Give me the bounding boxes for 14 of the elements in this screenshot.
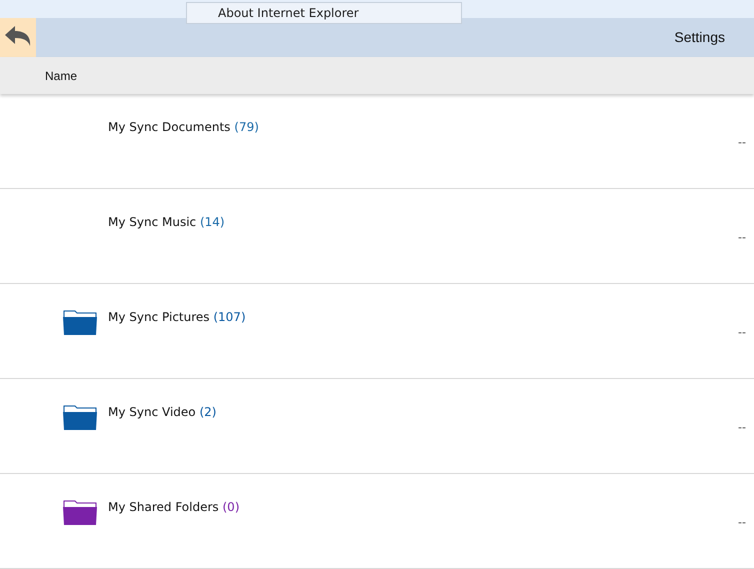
menu-item[interactable]: About Internet Explorer xyxy=(218,4,359,22)
value-text: -- xyxy=(738,419,746,436)
folder-name[interactable]: My Sync Pictures (107) xyxy=(108,308,246,326)
back-button[interactable] xyxy=(0,18,36,57)
column-header[interactable]: Name xyxy=(45,66,78,84)
value-text: -- xyxy=(738,134,746,151)
folder-name[interactable]: My Shared Folders (0) xyxy=(108,498,240,516)
folder-name[interactable]: My Sync Video (2) xyxy=(108,403,216,421)
folder-name[interactable]: My Sync Music (14) xyxy=(108,213,225,231)
value-text: -- xyxy=(738,229,746,246)
value-text: -- xyxy=(738,324,746,341)
folder-name[interactable]: My Sync Documents (79) xyxy=(108,118,259,136)
settings-title[interactable]: Settings xyxy=(674,27,725,48)
value-text: -- xyxy=(738,514,746,531)
